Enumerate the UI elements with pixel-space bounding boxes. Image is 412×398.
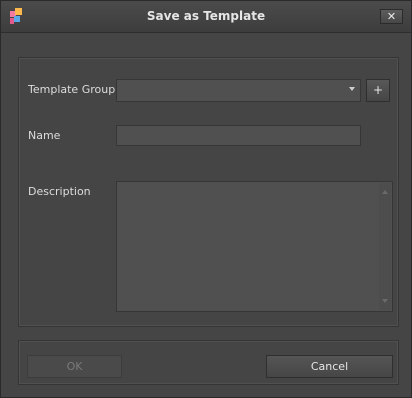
- name-label: Name: [28, 129, 61, 142]
- add-template-group-button[interactable]: +: [366, 79, 390, 102]
- description-scrollbar[interactable]: [379, 183, 391, 310]
- close-button[interactable]: ✕: [380, 9, 403, 24]
- chevron-down-icon: [349, 87, 355, 91]
- cancel-button[interactable]: Cancel: [266, 355, 393, 378]
- title-bar: Save as Template ✕: [1, 1, 411, 33]
- description-textarea[interactable]: [116, 181, 393, 312]
- name-field[interactable]: [116, 125, 361, 146]
- ok-button[interactable]: OK: [27, 355, 122, 378]
- description-label: Description: [28, 185, 91, 198]
- template-group-select[interactable]: [116, 79, 361, 102]
- template-group-label: Template Group: [28, 83, 116, 96]
- save-as-template-dialog: Save as Template ✕ Template Group + Name…: [0, 0, 412, 398]
- scroll-up-icon[interactable]: [382, 190, 388, 194]
- scroll-down-icon[interactable]: [382, 299, 388, 303]
- dialog-title: Save as Template: [146, 9, 266, 23]
